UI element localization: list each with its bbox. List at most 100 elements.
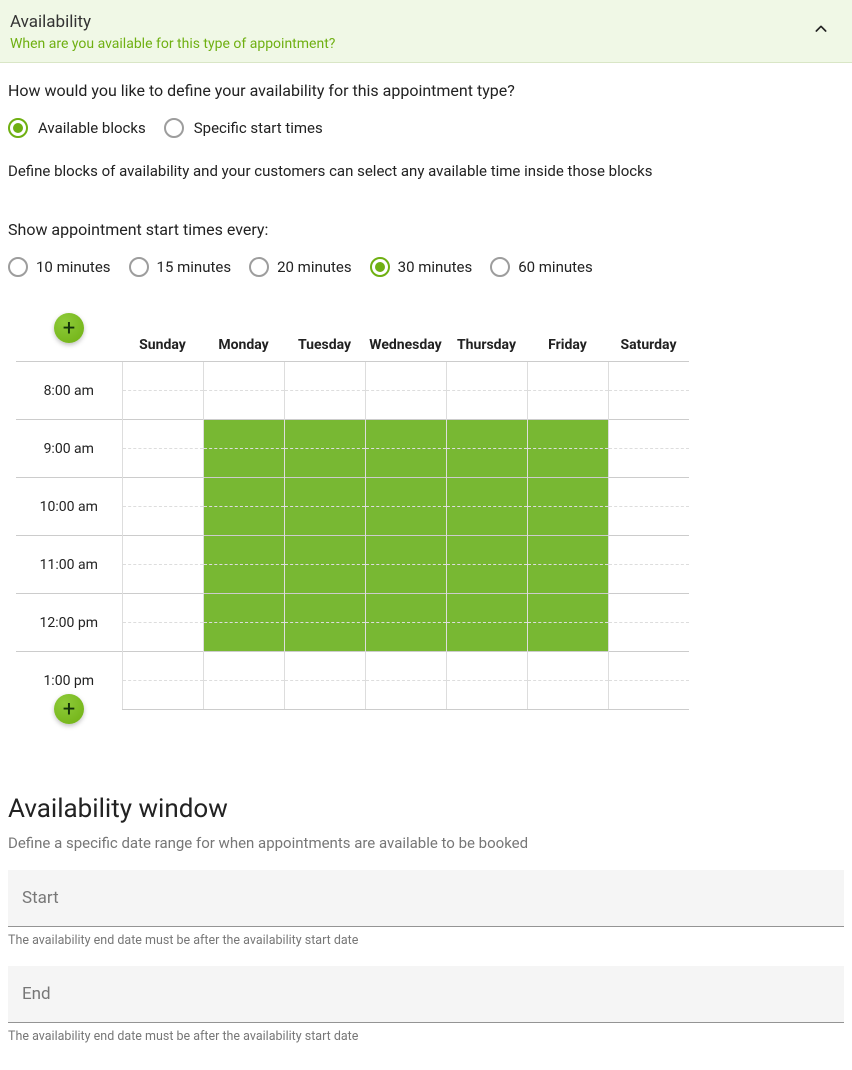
slot-empty[interactable] bbox=[122, 681, 203, 710]
slot-empty[interactable] bbox=[446, 391, 527, 420]
slot-empty[interactable] bbox=[608, 391, 689, 420]
slot-empty[interactable] bbox=[122, 391, 203, 420]
slot-available[interactable] bbox=[365, 507, 446, 536]
slot-available[interactable] bbox=[527, 565, 608, 594]
slot-available[interactable] bbox=[527, 536, 608, 565]
slot-available[interactable] bbox=[284, 507, 365, 536]
slot-available[interactable] bbox=[527, 478, 608, 507]
slot-empty[interactable] bbox=[284, 681, 365, 710]
slot-available[interactable] bbox=[203, 623, 284, 652]
slot-available[interactable] bbox=[203, 594, 284, 623]
slot-available[interactable] bbox=[365, 420, 446, 449]
slot-available[interactable] bbox=[446, 449, 527, 478]
slot-empty[interactable] bbox=[527, 362, 608, 391]
slot-empty[interactable] bbox=[608, 362, 689, 391]
slot-empty[interactable] bbox=[122, 420, 203, 449]
start-date-field[interactable]: Start bbox=[8, 870, 844, 927]
slot-available[interactable] bbox=[527, 507, 608, 536]
slot-empty[interactable] bbox=[203, 362, 284, 391]
radio-30-minutes[interactable]: 30 minutes bbox=[370, 257, 473, 277]
radio-specific-start-times[interactable]: Specific start times bbox=[164, 118, 323, 138]
slot-empty[interactable] bbox=[122, 449, 203, 478]
day-header: Friday bbox=[527, 327, 608, 362]
slot-empty[interactable] bbox=[122, 478, 203, 507]
slot-available[interactable] bbox=[284, 594, 365, 623]
slot-available[interactable] bbox=[203, 507, 284, 536]
slot-empty[interactable] bbox=[203, 681, 284, 710]
slot-available[interactable] bbox=[527, 594, 608, 623]
add-later-button[interactable]: + bbox=[54, 694, 84, 724]
slot-available[interactable] bbox=[203, 536, 284, 565]
slot-empty[interactable] bbox=[122, 536, 203, 565]
collapse-toggle[interactable] bbox=[812, 22, 830, 40]
slot-available[interactable] bbox=[203, 449, 284, 478]
slot-available[interactable] bbox=[365, 536, 446, 565]
slot-available[interactable] bbox=[365, 478, 446, 507]
slot-empty[interactable] bbox=[608, 507, 689, 536]
slot-empty[interactable] bbox=[608, 478, 689, 507]
slot-empty[interactable] bbox=[284, 362, 365, 391]
slot-empty[interactable] bbox=[122, 565, 203, 594]
slot-available[interactable] bbox=[365, 623, 446, 652]
slot-available[interactable] bbox=[284, 478, 365, 507]
slot-available[interactable] bbox=[446, 623, 527, 652]
slot-empty[interactable] bbox=[446, 652, 527, 681]
slot-empty[interactable] bbox=[122, 623, 203, 652]
slot-empty[interactable] bbox=[122, 652, 203, 681]
slot-empty[interactable] bbox=[203, 652, 284, 681]
slot-available[interactable] bbox=[284, 565, 365, 594]
slot-empty[interactable] bbox=[527, 391, 608, 420]
slot-empty[interactable] bbox=[365, 652, 446, 681]
slot-available[interactable] bbox=[446, 507, 527, 536]
slot-empty[interactable] bbox=[608, 652, 689, 681]
slot-available[interactable] bbox=[365, 565, 446, 594]
slot-available[interactable] bbox=[446, 536, 527, 565]
slot-available[interactable] bbox=[203, 478, 284, 507]
slot-empty[interactable] bbox=[284, 652, 365, 681]
slot-available[interactable] bbox=[446, 565, 527, 594]
slot-empty[interactable] bbox=[284, 391, 365, 420]
slot-empty[interactable] bbox=[608, 420, 689, 449]
radio-10-minutes[interactable]: 10 minutes bbox=[8, 257, 111, 277]
slot-available[interactable] bbox=[203, 420, 284, 449]
radio-available-blocks[interactable]: Available blocks bbox=[8, 118, 146, 138]
slot-empty[interactable] bbox=[365, 391, 446, 420]
slot-available[interactable] bbox=[284, 536, 365, 565]
slot-empty[interactable] bbox=[527, 652, 608, 681]
calendar-row: 10:00 am bbox=[16, 478, 689, 507]
slot-empty[interactable] bbox=[365, 362, 446, 391]
slot-empty[interactable] bbox=[122, 507, 203, 536]
slot-empty[interactable] bbox=[203, 391, 284, 420]
slot-empty[interactable] bbox=[446, 681, 527, 710]
slot-empty[interactable] bbox=[608, 623, 689, 652]
add-earlier-button[interactable]: + bbox=[54, 313, 84, 343]
slot-available[interactable] bbox=[527, 449, 608, 478]
slot-available[interactable] bbox=[446, 420, 527, 449]
slot-available[interactable] bbox=[284, 420, 365, 449]
slot-available[interactable] bbox=[446, 478, 527, 507]
slot-available[interactable] bbox=[365, 594, 446, 623]
slot-empty[interactable] bbox=[608, 565, 689, 594]
slot-available[interactable] bbox=[527, 623, 608, 652]
slot-empty[interactable] bbox=[122, 362, 203, 391]
slot-empty[interactable] bbox=[365, 681, 446, 710]
slot-empty[interactable] bbox=[527, 681, 608, 710]
interval-radio-group: 10 minutes 15 minutes 20 minutes 30 minu… bbox=[8, 257, 844, 277]
slot-available[interactable] bbox=[284, 623, 365, 652]
radio-60-minutes[interactable]: 60 minutes bbox=[490, 257, 593, 277]
slot-available[interactable] bbox=[365, 449, 446, 478]
slot-empty[interactable] bbox=[608, 536, 689, 565]
slot-available[interactable] bbox=[284, 449, 365, 478]
slot-empty[interactable] bbox=[122, 594, 203, 623]
header-subtitle: When are you available for this type of … bbox=[10, 36, 842, 52]
slot-empty[interactable] bbox=[446, 362, 527, 391]
end-date-field[interactable]: End bbox=[8, 966, 844, 1023]
slot-empty[interactable] bbox=[608, 681, 689, 710]
slot-empty[interactable] bbox=[608, 594, 689, 623]
slot-empty[interactable] bbox=[608, 449, 689, 478]
slot-available[interactable] bbox=[527, 420, 608, 449]
radio-15-minutes[interactable]: 15 minutes bbox=[129, 257, 232, 277]
radio-20-minutes[interactable]: 20 minutes bbox=[249, 257, 352, 277]
slot-available[interactable] bbox=[446, 594, 527, 623]
slot-available[interactable] bbox=[203, 565, 284, 594]
